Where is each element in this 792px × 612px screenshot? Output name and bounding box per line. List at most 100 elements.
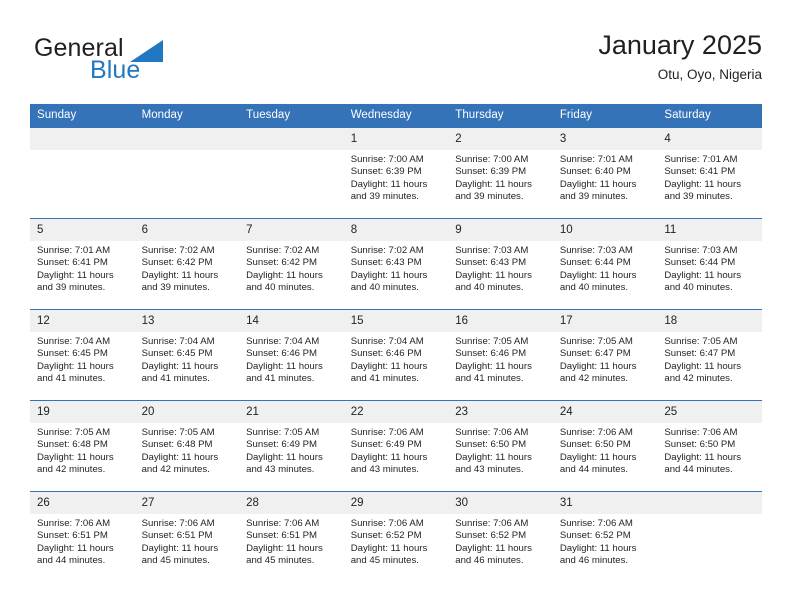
daylight-text-line1: Daylight: 11 hours: [246, 542, 323, 554]
day-cell[interactable]: 29 Sunrise: 7:06 AM Sunset: 6:52 PM Dayl…: [343, 491, 449, 582]
daylight-text-line1: Daylight: 11 hours: [559, 269, 637, 281]
sunrise-text: Sunrise: 7:03 AM: [455, 245, 529, 256]
calendar-page: General Blue January 2025 Otu, Oyo, Nige…: [0, 0, 792, 612]
daylight-text-line2: and 39 minutes.: [559, 190, 629, 202]
day-cell[interactable]: 16 Sunrise: 7:05 AM Sunset: 6:46 PM Dayl…: [448, 309, 553, 401]
daylight-text-line2: and 39 minutes.: [455, 190, 524, 202]
daylight-text-line1: Daylight: 11 hours: [664, 360, 741, 372]
calendar-week-row: 26 Sunrise: 7:06 AM Sunset: 6:51 PM Dayl…: [30, 491, 762, 582]
day-cell[interactable]: 11 Sunrise: 7:03 AM Sunset: 6:44 PM Dayl…: [657, 218, 762, 310]
day-cell[interactable]: 12 Sunrise: 7:04 AM Sunset: 6:45 PM Dayl…: [30, 309, 135, 401]
day-details: Sunrise: 7:06 AM Sunset: 6:50 PM Dayligh…: [657, 423, 762, 476]
daylight-text-line1: Daylight: 11 hours: [455, 269, 532, 281]
day-number: 12: [30, 310, 135, 332]
day-cell[interactable]: 7 Sunrise: 7:02 AM Sunset: 6:42 PM Dayli…: [239, 218, 344, 310]
day-cell[interactable]: 1 Sunrise: 7:00 AM Sunset: 6:39 PM Dayli…: [343, 127, 449, 219]
day-cell[interactable]: 22 Sunrise: 7:06 AM Sunset: 6:49 PM Dayl…: [343, 400, 449, 492]
day-details: Sunrise: 7:06 AM Sunset: 6:51 PM Dayligh…: [30, 514, 135, 567]
sunrise-text: Sunrise: 7:00 AM: [455, 154, 529, 165]
sunrise-text: Sunrise: 7:06 AM: [141, 518, 215, 529]
day-cell[interactable]: 27 Sunrise: 7:06 AM Sunset: 6:51 PM Dayl…: [134, 491, 240, 582]
day-details: Sunrise: 7:05 AM Sunset: 6:48 PM Dayligh…: [30, 423, 135, 476]
day-cell[interactable]: 3 Sunrise: 7:01 AM Sunset: 6:40 PM Dayli…: [552, 127, 658, 219]
title-block: January 2025 Otu, Oyo, Nigeria: [598, 28, 762, 85]
day-number: 28: [239, 492, 344, 514]
sunrise-text: Sunrise: 7:05 AM: [246, 427, 320, 438]
daylight-text-line2: and 39 minutes.: [37, 281, 106, 293]
daylight-text-line1: Daylight: 11 hours: [559, 451, 637, 463]
day-cell[interactable]: 31 Sunrise: 7:06 AM Sunset: 6:52 PM Dayl…: [552, 491, 658, 582]
day-cell[interactable]: 5 Sunrise: 7:01 AM Sunset: 6:41 PM Dayli…: [30, 218, 135, 310]
day-number: 23: [448, 401, 553, 423]
day-number: 15: [343, 310, 449, 332]
weekday-header-thursday: Thursday: [448, 104, 553, 128]
sunrise-text: Sunrise: 7:06 AM: [455, 427, 529, 438]
day-details: Sunrise: 7:06 AM Sunset: 6:49 PM Dayligh…: [344, 423, 449, 476]
day-cell[interactable]: [30, 127, 135, 219]
day-cell[interactable]: 10 Sunrise: 7:03 AM Sunset: 6:44 PM Dayl…: [552, 218, 658, 310]
day-cell[interactable]: 28 Sunrise: 7:06 AM Sunset: 6:51 PM Dayl…: [239, 491, 344, 582]
sunset-text: Sunset: 6:46 PM: [455, 348, 527, 360]
daylight-text-line2: and 45 minutes.: [246, 554, 315, 566]
day-details: Sunrise: 7:06 AM Sunset: 6:52 PM Dayligh…: [448, 514, 553, 567]
day-cell[interactable]: [239, 127, 344, 219]
daylight-text-line1: Daylight: 11 hours: [559, 178, 637, 190]
brand-logo[interactable]: General Blue: [30, 28, 330, 94]
day-cell[interactable]: [657, 491, 762, 582]
sunset-text: Sunset: 6:51 PM: [37, 530, 108, 542]
sunrise-text: Sunrise: 7:02 AM: [246, 245, 320, 256]
day-number: 8: [343, 219, 449, 241]
daylight-text-line2: and 43 minutes.: [350, 463, 419, 475]
daylight-text-line2: and 41 minutes.: [350, 372, 419, 384]
day-details: Sunrise: 7:05 AM Sunset: 6:47 PM Dayligh…: [657, 332, 762, 385]
day-cell[interactable]: 26 Sunrise: 7:06 AM Sunset: 6:51 PM Dayl…: [30, 491, 135, 582]
day-number: 16: [448, 310, 553, 332]
day-details: Sunrise: 7:04 AM Sunset: 6:46 PM Dayligh…: [239, 332, 344, 385]
daylight-text-line2: and 42 minutes.: [141, 463, 210, 475]
day-cell[interactable]: 23 Sunrise: 7:06 AM Sunset: 6:50 PM Dayl…: [448, 400, 553, 492]
day-number: [134, 128, 240, 150]
sunset-text: Sunset: 6:45 PM: [141, 348, 213, 360]
sunrise-text: Sunrise: 7:02 AM: [141, 245, 215, 256]
day-cell[interactable]: 8 Sunrise: 7:02 AM Sunset: 6:43 PM Dayli…: [343, 218, 449, 310]
day-cell[interactable]: 19 Sunrise: 7:05 AM Sunset: 6:48 PM Dayl…: [30, 400, 135, 492]
day-cell[interactable]: 4 Sunrise: 7:01 AM Sunset: 6:41 PM Dayli…: [657, 127, 762, 219]
daylight-text-line1: Daylight: 11 hours: [664, 451, 741, 463]
sunset-text: Sunset: 6:44 PM: [559, 257, 631, 269]
day-cell[interactable]: 20 Sunrise: 7:05 AM Sunset: 6:48 PM Dayl…: [134, 400, 240, 492]
day-number: 19: [30, 401, 135, 423]
day-details: Sunrise: 7:05 AM Sunset: 6:49 PM Dayligh…: [239, 423, 344, 476]
day-cell[interactable]: 15 Sunrise: 7:04 AM Sunset: 6:46 PM Dayl…: [343, 309, 449, 401]
day-cell[interactable]: 9 Sunrise: 7:03 AM Sunset: 6:43 PM Dayli…: [448, 218, 553, 310]
page-title: January 2025: [598, 30, 762, 60]
sunrise-text: Sunrise: 7:04 AM: [141, 336, 215, 347]
sunrise-text: Sunrise: 7:05 AM: [455, 336, 529, 347]
day-number: 6: [134, 219, 240, 241]
daylight-text-line2: and 44 minutes.: [37, 554, 106, 566]
day-cell[interactable]: 6 Sunrise: 7:02 AM Sunset: 6:42 PM Dayli…: [134, 218, 240, 310]
sunset-text: Sunset: 6:43 PM: [455, 257, 527, 269]
sunrise-text: Sunrise: 7:01 AM: [559, 154, 633, 165]
sunset-text: Sunset: 6:40 PM: [559, 166, 631, 178]
day-cell[interactable]: 24 Sunrise: 7:06 AM Sunset: 6:50 PM Dayl…: [552, 400, 658, 492]
daylight-text-line2: and 42 minutes.: [559, 372, 629, 384]
calendar-table: Sunday Monday Tuesday Wednesday Thursday…: [30, 104, 762, 582]
sunset-text: Sunset: 6:42 PM: [246, 257, 318, 269]
day-cell[interactable]: 14 Sunrise: 7:04 AM Sunset: 6:46 PM Dayl…: [239, 309, 344, 401]
sunrise-text: Sunrise: 7:04 AM: [246, 336, 320, 347]
day-cell[interactable]: 25 Sunrise: 7:06 AM Sunset: 6:50 PM Dayl…: [657, 400, 762, 492]
sunset-text: Sunset: 6:46 PM: [246, 348, 318, 360]
sunrise-text: Sunrise: 7:06 AM: [559, 427, 633, 438]
day-cell[interactable]: 30 Sunrise: 7:06 AM Sunset: 6:52 PM Dayl…: [448, 491, 553, 582]
sunset-text: Sunset: 6:50 PM: [559, 439, 631, 451]
day-cell[interactable]: 18 Sunrise: 7:05 AM Sunset: 6:47 PM Dayl…: [657, 309, 762, 401]
day-cell[interactable]: [134, 127, 240, 219]
day-cell[interactable]: 17 Sunrise: 7:05 AM Sunset: 6:47 PM Dayl…: [552, 309, 658, 401]
day-cell[interactable]: 13 Sunrise: 7:04 AM Sunset: 6:45 PM Dayl…: [134, 309, 240, 401]
daylight-text-line2: and 45 minutes.: [141, 554, 210, 566]
day-cell[interactable]: 2 Sunrise: 7:00 AM Sunset: 6:39 PM Dayli…: [448, 127, 553, 219]
sunset-text: Sunset: 6:47 PM: [664, 348, 736, 360]
day-number: 18: [657, 310, 762, 332]
sunset-text: Sunset: 6:49 PM: [350, 439, 422, 451]
day-cell[interactable]: 21 Sunrise: 7:05 AM Sunset: 6:49 PM Dayl…: [239, 400, 344, 492]
